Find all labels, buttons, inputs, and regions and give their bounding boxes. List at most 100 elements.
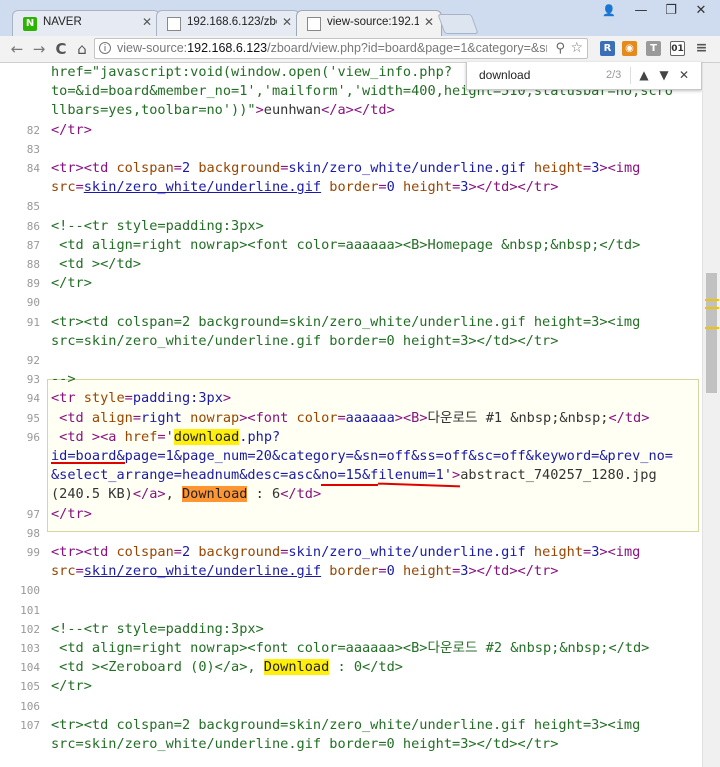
source-line: 95 <td align=right nowrap><font color=aa… bbox=[0, 409, 702, 428]
code-token: ><img bbox=[599, 544, 641, 560]
minimize-icon[interactable]: — bbox=[628, 2, 654, 20]
code-token: href bbox=[124, 428, 158, 445]
find-prev-icon[interactable]: ▲ bbox=[636, 66, 652, 84]
tab-close-icon[interactable]: ✕ bbox=[282, 15, 292, 29]
line-code: </tr> bbox=[51, 274, 92, 293]
code-token: --> bbox=[51, 371, 76, 388]
line-code: src=skin/zero_white/underline.gif border… bbox=[51, 178, 558, 197]
code-token: </td> bbox=[608, 409, 650, 426]
line-number: 89 bbox=[26, 277, 40, 291]
code-token: <td align=right nowrap><font color=aaaaa… bbox=[51, 236, 641, 253]
source-line: (240.5 KB)</a>, Download : 6</td> bbox=[0, 485, 702, 504]
close-window-icon[interactable]: ✕ bbox=[688, 2, 714, 20]
source-line: 105 </tr> bbox=[0, 677, 702, 696]
restore-icon[interactable]: ❐ bbox=[658, 2, 684, 20]
menu-icon[interactable]: ≡ bbox=[694, 41, 709, 56]
tab-strip: N NAVER ✕ 192.168.6.123/zboard/vi ✕ view… bbox=[0, 0, 720, 36]
code-token: = bbox=[75, 563, 84, 580]
tab-naver[interactable]: N NAVER ✕ bbox=[12, 10, 160, 36]
line-code: <td ></td> bbox=[51, 255, 141, 274]
code-token: = bbox=[124, 390, 133, 407]
code-token: , bbox=[165, 486, 182, 503]
extension-cookie-icon[interactable]: ◉ bbox=[622, 41, 637, 56]
reload-icon[interactable]: C bbox=[52, 40, 70, 58]
home-icon[interactable]: ⌂ bbox=[73, 40, 91, 58]
site-info-icon[interactable]: i bbox=[99, 42, 111, 54]
line-code: </tr> bbox=[51, 505, 92, 524]
code-token: eunhwan bbox=[263, 102, 322, 119]
find-close-icon[interactable]: ✕ bbox=[676, 66, 692, 84]
tab-close-icon[interactable]: ✕ bbox=[142, 15, 152, 29]
code-token: colspan bbox=[116, 544, 174, 560]
page-favicon-icon bbox=[167, 17, 181, 31]
forward-icon[interactable]: → bbox=[30, 40, 48, 58]
code-token: (240.5 KB) bbox=[51, 486, 133, 503]
source-line: 91 <tr><td colspan=2 background=skin/zero… bbox=[0, 313, 702, 332]
code-token: ' bbox=[165, 428, 174, 445]
bookmark-star-icon[interactable]: ☆ bbox=[570, 40, 583, 56]
extension-binary-icon[interactable]: 01 bbox=[670, 41, 685, 56]
code-token: <tr><td bbox=[51, 160, 117, 176]
find-input[interactable]: download bbox=[479, 68, 530, 82]
line-code: src=skin/zero_white/underline.gif border… bbox=[51, 735, 558, 754]
line-code: <td ><Zeroboard (0)</a>, Download : 0</t… bbox=[51, 658, 403, 677]
line-number: 100 bbox=[20, 584, 40, 598]
source-line: 97 </tr> bbox=[0, 505, 702, 524]
address-url[interactable]: view-source:192.168.6.123/zboard/view.ph… bbox=[117, 41, 547, 55]
line-code: <tr><td colspan=2 background=skin/zero_w… bbox=[51, 543, 640, 562]
annotation-underline-no bbox=[321, 484, 378, 486]
tab-view-source[interactable]: view-source:192.168.6.12 ✕ bbox=[296, 10, 442, 36]
line-code: <td ><a href='download.php? bbox=[51, 428, 280, 447]
extension-t-icon[interactable]: T bbox=[646, 41, 661, 56]
line-number: 86 bbox=[26, 219, 40, 233]
code-token: </td> bbox=[280, 486, 322, 503]
source-line: 93 --> bbox=[0, 370, 702, 389]
code-token: style bbox=[83, 390, 125, 407]
line-code: <td align=right nowrap><font color=aaaaa… bbox=[51, 236, 640, 255]
code-token: height bbox=[525, 160, 584, 176]
source-line: 104 <td ><Zeroboard (0)</a>, Download : … bbox=[0, 658, 702, 677]
line-number: 105 bbox=[20, 680, 40, 694]
scrollbar-thumb[interactable] bbox=[706, 273, 717, 393]
find-match-marker bbox=[705, 299, 719, 301]
line-code: <td align=right nowrap><font color=aaaaa… bbox=[51, 639, 649, 658]
line-number: 82 bbox=[26, 123, 40, 137]
address-bar[interactable]: i view-source:192.168.6.123/zboard/view.… bbox=[94, 38, 588, 59]
line-code: <!--<tr style=padding:3px> bbox=[51, 217, 264, 236]
code-token: aaaaaa bbox=[345, 409, 395, 426]
page-favicon-icon bbox=[307, 17, 321, 31]
source-line: 92 bbox=[0, 351, 702, 370]
code-token: src bbox=[51, 563, 76, 580]
code-token: = bbox=[583, 160, 592, 176]
naver-favicon-icon: N bbox=[23, 17, 37, 31]
view-source-content[interactable]: href="javascript:void(window.open('view_… bbox=[0, 63, 702, 767]
code-token: <tr><td colspan=2 background=skin/zero_w… bbox=[51, 716, 641, 733]
code-token: </a> bbox=[132, 486, 166, 503]
tab-zboard[interactable]: 192.168.6.123/zboard/vi ✕ bbox=[156, 10, 300, 36]
code-token: = bbox=[378, 179, 387, 196]
user-profile-icon[interactable]: 👤 bbox=[596, 2, 622, 20]
line-number: 101 bbox=[20, 603, 40, 617]
find-next-icon[interactable]: ▼ bbox=[656, 66, 672, 84]
code-token: <tr><td bbox=[51, 544, 117, 560]
line-number: 93 bbox=[26, 373, 40, 387]
search-icon[interactable]: ⚲ bbox=[555, 41, 565, 56]
code-token: </tr> bbox=[51, 121, 92, 138]
extension-r-icon[interactable]: R bbox=[600, 41, 615, 56]
code-token: border bbox=[321, 179, 379, 196]
find-divider bbox=[630, 67, 631, 84]
code-token: ><font bbox=[239, 409, 297, 426]
code-token: </tr> bbox=[51, 275, 92, 292]
vertical-scrollbar[interactable] bbox=[702, 63, 720, 767]
code-token: llbars=yes,toolbar=no'))" bbox=[51, 102, 256, 119]
line-code: llbars=yes,toolbar=no'))">eunhwan</a></t… bbox=[51, 101, 395, 120]
tab-close-icon[interactable]: ✕ bbox=[424, 15, 434, 29]
find-match-marker bbox=[705, 307, 719, 309]
back-icon[interactable]: ← bbox=[8, 40, 26, 58]
code-token: <td ></td> bbox=[51, 256, 142, 272]
code-token: src=skin/zero_white/underline.gif border… bbox=[51, 736, 559, 752]
code-token: href="javascript:void(window.open('view_… bbox=[51, 64, 453, 80]
line-code: --> bbox=[51, 370, 76, 389]
new-tab-button[interactable] bbox=[437, 14, 479, 34]
line-code: src=skin/zero_white/underline.gif border… bbox=[51, 562, 558, 581]
